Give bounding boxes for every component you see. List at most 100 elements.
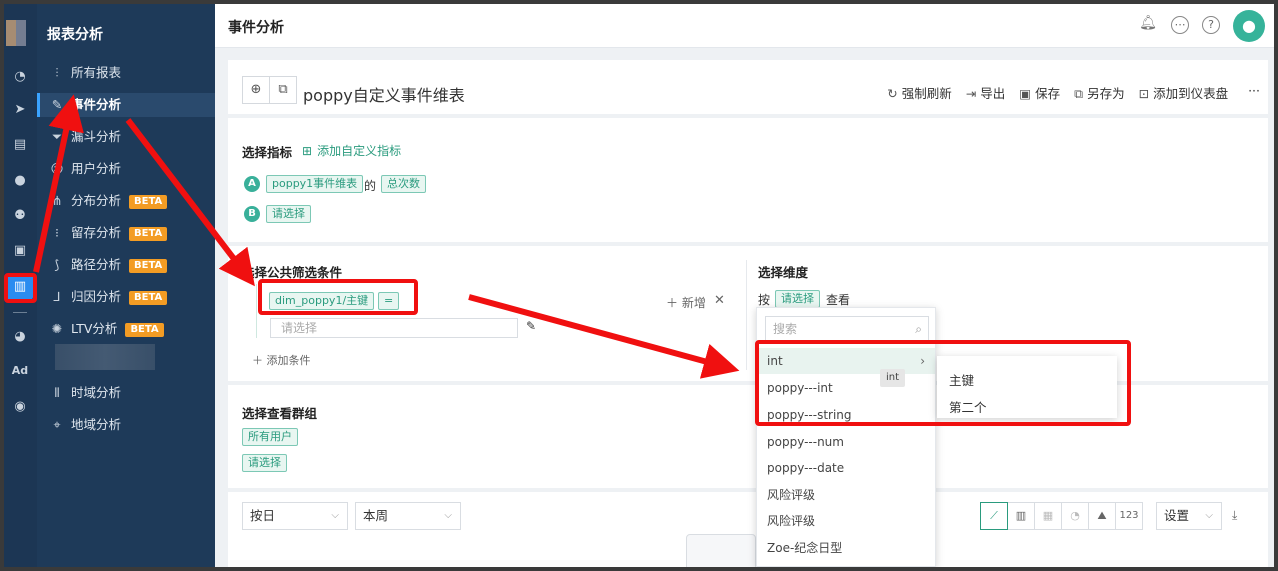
close-icon[interactable]: ✕ bbox=[714, 293, 725, 308]
group-title: 选择查看群组 bbox=[242, 406, 318, 421]
report-title-bar: ⊕ ⧉ poppy自定义事件维表 ↻ 强制刷新 ⇥ 导出 ▣ 保存 ⧉ 另存为 ⊡ 添加到… bbox=[228, 60, 1268, 114]
number-view-button[interactable]: 123 bbox=[1115, 502, 1143, 530]
filter-value-select[interactable]: 请选择 bbox=[270, 318, 518, 338]
metric-a-event[interactable]: poppy1事件维表 bbox=[266, 175, 364, 193]
map-pin-icon: ⌖ bbox=[53, 417, 61, 432]
dimension-option[interactable]: poppy---date bbox=[757, 455, 935, 481]
add-new-filter-button[interactable]: ＋ 新增 bbox=[666, 294, 706, 311]
sidebar-item-distribution[interactable]: ⋔ 分布分析 BETA bbox=[37, 189, 215, 213]
sidebar-item-ltv[interactable]: ✺ LTV分析 BETA bbox=[37, 317, 215, 341]
attribution-icon: ⅃ bbox=[53, 289, 61, 304]
beta-badge: BETA bbox=[129, 227, 168, 241]
blurred-item bbox=[55, 344, 155, 370]
add-to-dashboard-button[interactable]: ⊡ 添加到仪表盘 bbox=[1139, 83, 1229, 102]
users-icon[interactable]: ⚉ bbox=[11, 207, 29, 225]
export-icon: ⇥ bbox=[965, 86, 977, 101]
sidebar-item-retention[interactable]: ⁝ 留存分析 BETA bbox=[37, 221, 215, 245]
range-select[interactable]: 本周 ⌵ bbox=[355, 502, 461, 530]
path-icon: ⟆ bbox=[54, 257, 60, 272]
chat-icon[interactable]: ⋯ bbox=[1171, 16, 1189, 34]
dimension-option[interactable]: 风险评级 bbox=[757, 508, 935, 534]
sidebar-item-region[interactable]: ⌖ 地域分析 bbox=[37, 413, 215, 437]
beta-badge: BETA bbox=[125, 323, 164, 337]
edit-icon: ✎ bbox=[51, 97, 63, 112]
funnel-icon: ⏷ bbox=[51, 129, 62, 144]
chart-type-switcher: ⟋ ▥ ▦ ◔ ⛰︎ 123 bbox=[980, 502, 1143, 530]
dimension-title: 选择维度 bbox=[758, 265, 809, 280]
dashboard-add-icon: ⊡ bbox=[1138, 86, 1150, 101]
line-chart-icon: ⫶ bbox=[55, 65, 59, 80]
plus-icon: ＋ bbox=[252, 354, 267, 367]
save-as-icon: ⧉ bbox=[1074, 86, 1084, 101]
sidebar-item-attribution[interactable]: ⅃ 归因分析 BETA bbox=[37, 285, 215, 309]
download-icon[interactable]: ⤓ bbox=[1232, 508, 1237, 523]
granularity-select[interactable]: 按日 ⌵ bbox=[242, 502, 348, 530]
sidebar: 报表分析 ⫶ 所有报表 ✎ 事件分析 ⏷ 漏斗分析 ☺ 用户分析 ⋔ 分布分析 BETA ⁝… bbox=[37, 4, 215, 567]
sidebar-item-event-analysis[interactable]: ✎ 事件分析 bbox=[37, 93, 215, 117]
bar-chart-icon: ⫴ bbox=[54, 385, 60, 400]
distribution-icon: ⋔ bbox=[51, 193, 63, 208]
settings-dropdown[interactable]: 设置 ⌵ bbox=[1156, 502, 1222, 530]
dimension-option[interactable]: 风险评级 bbox=[757, 482, 935, 508]
chevron-down-icon: ⌵ bbox=[444, 510, 452, 521]
sidebar-item-funnel[interactable]: ⏷ 漏斗分析 bbox=[37, 125, 215, 149]
metric-a-of: 的 bbox=[364, 179, 377, 193]
area-chart-icon[interactable]: ⛰︎ bbox=[1088, 502, 1116, 530]
send-icon[interactable]: ➤ bbox=[11, 101, 29, 119]
plus-icon: ＋ bbox=[666, 296, 682, 310]
sidebar-item-all-reports[interactable]: ⫶ 所有报表 bbox=[37, 61, 215, 85]
dimension-option[interactable]: Zoe-纪念日型 bbox=[757, 535, 935, 561]
group-all-users-tag[interactable]: 所有用户 bbox=[242, 428, 298, 446]
dimension-select[interactable]: 请选择 bbox=[775, 290, 820, 308]
ltv-icon: ✺ bbox=[51, 321, 63, 336]
dimension-search-input[interactable]: 搜索 ⌕ bbox=[765, 316, 929, 342]
sidebar-item-user[interactable]: ☺ 用户分析 bbox=[37, 157, 215, 181]
group-select[interactable]: 请选择 bbox=[242, 454, 287, 472]
annotation-box-dimension bbox=[755, 340, 1131, 426]
user-icon: ☺ bbox=[50, 161, 64, 176]
force-refresh-button[interactable]: ↻ 强制刷新 bbox=[887, 83, 952, 102]
metric-b-select[interactable]: 请选择 bbox=[266, 205, 311, 223]
add-circle-button[interactable]: ⊕ bbox=[242, 76, 270, 104]
person-icon[interactable]: ● bbox=[11, 172, 29, 190]
metric-b-badge: B bbox=[244, 206, 260, 222]
pencil-icon[interactable]: ✎ bbox=[526, 319, 536, 333]
retention-icon: ⁝ bbox=[55, 225, 59, 240]
dashboard-icon[interactable]: ◔ bbox=[11, 68, 29, 86]
metrics-title: 选择指标 bbox=[242, 145, 293, 160]
layout-icon[interactable]: ▤ bbox=[11, 136, 29, 154]
dimension-option[interactable]: poppy---num bbox=[757, 429, 935, 455]
annotation-box-filter bbox=[258, 279, 418, 315]
annotation-box-rail bbox=[4, 273, 37, 303]
dimension-by: 按 bbox=[758, 293, 771, 307]
sidebar-title: 报表分析 bbox=[47, 27, 103, 43]
circle-dot-icon[interactable]: ◉ bbox=[11, 398, 29, 416]
search-icon: ⌕ bbox=[915, 322, 922, 336]
wechat-icon[interactable]: ◕ bbox=[11, 328, 29, 346]
export-button[interactable]: ⇥ 导出 bbox=[966, 83, 1006, 102]
top-header: 事件分析 🔔︎ ⋯ ? ● bbox=[215, 4, 1274, 48]
more-button[interactable]: ··· bbox=[1248, 83, 1260, 102]
bookmark-icon[interactable]: ▣ bbox=[11, 242, 29, 260]
pie-chart-icon[interactable]: ◔ bbox=[1061, 502, 1089, 530]
help-icon[interactable]: ? bbox=[1202, 16, 1220, 34]
stacked-bar-icon[interactable]: ▦ bbox=[1034, 502, 1062, 530]
save-button[interactable]: ▣ 保存 bbox=[1019, 83, 1060, 102]
metric-a-badge: A bbox=[244, 176, 260, 192]
avatar[interactable]: ● bbox=[1233, 10, 1265, 42]
sidebar-item-time-domain[interactable]: ⫴ 时域分析 bbox=[37, 381, 215, 405]
bell-icon[interactable]: 🔔︎ bbox=[1139, 16, 1157, 34]
add-custom-metric-link[interactable]: ⊞ 添加自定义指标 bbox=[302, 142, 401, 159]
metrics-section: 选择指标 ⊞ 添加自定义指标 A poppy1事件维表 的 总次数 B 请选择 bbox=[228, 118, 1268, 242]
save-as-button[interactable]: ⧉ 另存为 bbox=[1074, 83, 1124, 102]
sidebar-item-path[interactable]: ⟆ 路径分析 BETA bbox=[37, 253, 215, 277]
metric-a-measure[interactable]: 总次数 bbox=[381, 175, 426, 193]
beta-badge: BETA bbox=[129, 195, 168, 209]
ad-icon[interactable]: Ad bbox=[11, 362, 29, 380]
line-chart-icon[interactable]: ⟋ bbox=[980, 502, 1008, 530]
add-condition-button[interactable]: ＋ 添加条件 bbox=[252, 352, 311, 368]
app-window: ◔ ➤ ▤ ● ⚉ ▣ ▥ ◕ Ad ◉ 报表分析 ⫶ 所有报表 ✎ 事件分析 ⏷ 漏… bbox=[4, 4, 1274, 567]
bar-chart-icon[interactable]: ▥ bbox=[1007, 502, 1035, 530]
empty-chart-placeholder bbox=[686, 534, 756, 567]
copy-button[interactable]: ⧉ bbox=[269, 76, 297, 104]
